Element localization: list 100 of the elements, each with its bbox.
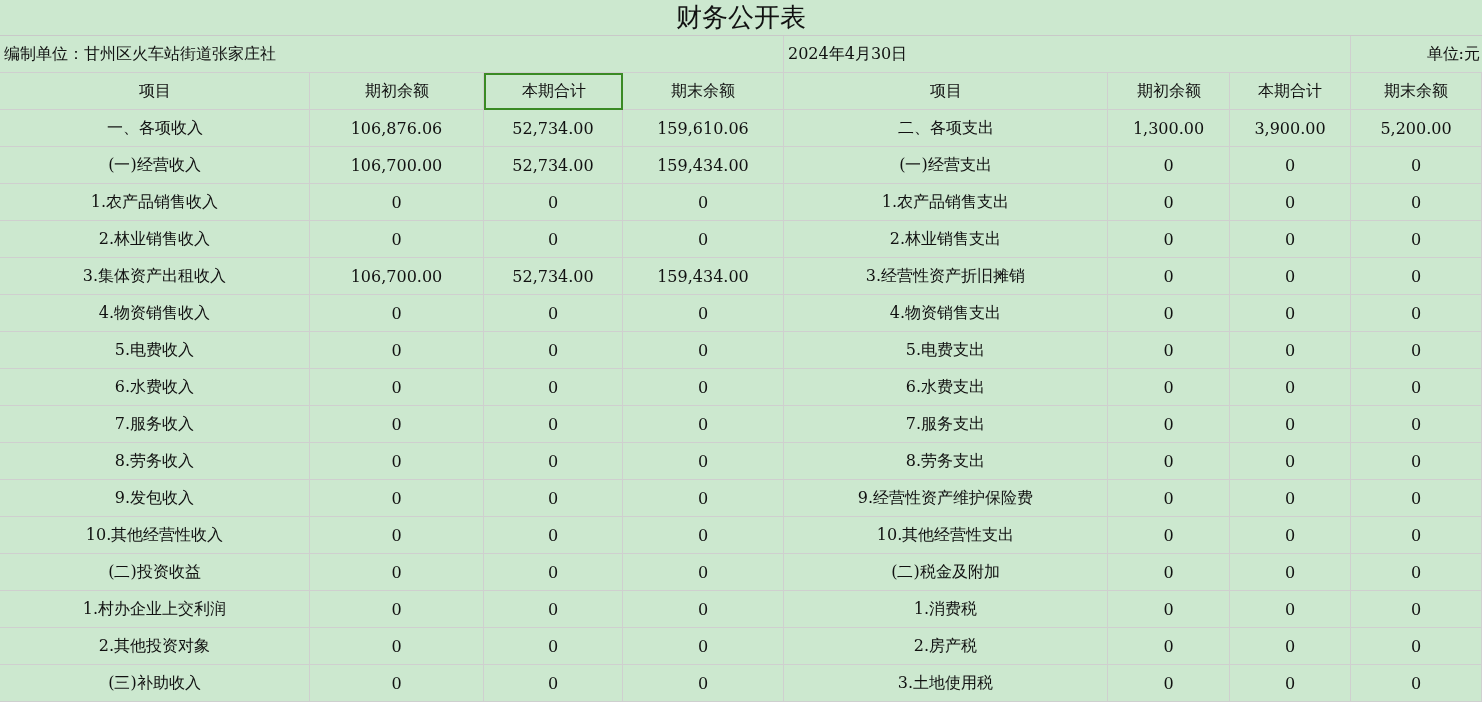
table-cell: 0 (623, 665, 784, 702)
table-cell: 0 (484, 665, 623, 702)
column-header[interactable]: 本期合计 (1230, 73, 1351, 110)
table-cell: 0 (623, 443, 784, 480)
table-cell: 1.村办企业上交利润 (0, 591, 310, 628)
table-cell: 3.土地使用税 (784, 665, 1108, 702)
table-cell: 0 (1108, 591, 1230, 628)
table-cell: 0 (310, 295, 484, 332)
table-cell: 106,876.06 (310, 110, 484, 147)
table-cell: 0 (1108, 554, 1230, 591)
table-cell: 0 (1108, 147, 1230, 184)
table-cell: 0 (623, 628, 784, 665)
table-cell: 0 (1230, 369, 1351, 406)
unit-name: 编制单位：甘州区火车站街道张家庄社 (0, 36, 784, 73)
currency-unit: 单位:元 (1351, 36, 1482, 73)
table-cell: (三)补助收入 (0, 665, 310, 702)
table-cell: 0 (1230, 147, 1351, 184)
table-cell: 0 (623, 221, 784, 258)
table-cell: 52,734.00 (484, 258, 623, 295)
table-cell: 0 (1108, 628, 1230, 665)
table-cell: 9.经营性资产维护保险费 (784, 480, 1108, 517)
table-cell: 0 (1230, 591, 1351, 628)
table-cell: 0 (484, 591, 623, 628)
table-cell: 0 (310, 517, 484, 554)
table-cell: 0 (1230, 628, 1351, 665)
table-cell: (一)经营支出 (784, 147, 1108, 184)
table-cell: 0 (1351, 443, 1482, 480)
table-cell: 0 (1351, 258, 1482, 295)
table-cell: 4.物资销售收入 (0, 295, 310, 332)
table-cell: 一、各项收入 (0, 110, 310, 147)
table-cell: 0 (484, 332, 623, 369)
table-cell: 0 (310, 665, 484, 702)
table-cell: 0 (484, 221, 623, 258)
table-cell: 0 (623, 295, 784, 332)
table-cell: 52,734.00 (484, 147, 623, 184)
table-cell: 0 (310, 369, 484, 406)
table-cell: (二)税金及附加 (784, 554, 1108, 591)
table-cell: 0 (1230, 295, 1351, 332)
table-cell: 0 (1108, 665, 1230, 702)
table-cell: 0 (1351, 406, 1482, 443)
column-header[interactable]: 项目 (784, 73, 1108, 110)
table-cell: 5,200.00 (1351, 110, 1482, 147)
table-cell: 0 (310, 628, 484, 665)
column-header[interactable]: 期末余额 (623, 73, 784, 110)
table-cell: 0 (310, 591, 484, 628)
table-cell: 0 (1351, 554, 1482, 591)
column-header[interactable]: 期末余额 (1351, 73, 1482, 110)
table-cell: 0 (1351, 480, 1482, 517)
table-cell: 1.消费税 (784, 591, 1108, 628)
table-cell: 0 (1351, 665, 1482, 702)
table-cell: 10.其他经营性支出 (784, 517, 1108, 554)
table-cell: 0 (623, 591, 784, 628)
table-cell: 0 (1230, 517, 1351, 554)
table-cell: 2.其他投资对象 (0, 628, 310, 665)
table-cell: 0 (1230, 332, 1351, 369)
table-cell: 0 (484, 443, 623, 480)
table-cell: 8.劳务收入 (0, 443, 310, 480)
table-cell: 0 (310, 554, 484, 591)
table-cell: 二、各项支出 (784, 110, 1108, 147)
table-cell: 0 (310, 480, 484, 517)
table-cell: 0 (623, 184, 784, 221)
table-cell: 52,734.00 (484, 110, 623, 147)
table-cell: 0 (1230, 258, 1351, 295)
table-cell: 10.其他经营性收入 (0, 517, 310, 554)
table-cell: 0 (1108, 295, 1230, 332)
table-cell: 0 (1351, 591, 1482, 628)
table-cell: 0 (484, 295, 623, 332)
table-cell: 0 (310, 406, 484, 443)
table-cell: 0 (623, 369, 784, 406)
table-cell: 0 (623, 554, 784, 591)
table-cell: (一)经营收入 (0, 147, 310, 184)
table-cell: 0 (1230, 221, 1351, 258)
table-cell: 0 (1351, 184, 1482, 221)
table-cell: 106,700.00 (310, 258, 484, 295)
table-cell: 0 (484, 369, 623, 406)
table-cell: 0 (484, 628, 623, 665)
table-cell: 0 (1230, 554, 1351, 591)
column-header[interactable]: 本期合计 (484, 73, 623, 110)
sheet-title: 财务公开表 (0, 0, 1482, 36)
table-cell: 7.服务收入 (0, 406, 310, 443)
table-cell: 0 (484, 554, 623, 591)
table-cell: 0 (310, 221, 484, 258)
table-cell: 0 (1230, 480, 1351, 517)
table-cell: 0 (1108, 480, 1230, 517)
table-cell: 0 (623, 517, 784, 554)
table-cell: 5.电费收入 (0, 332, 310, 369)
table-cell: 106,700.00 (310, 147, 484, 184)
column-header[interactable]: 期初余额 (310, 73, 484, 110)
table-cell: 0 (623, 406, 784, 443)
table-cell: 0 (310, 443, 484, 480)
column-header[interactable]: 项目 (0, 73, 310, 110)
table-cell: 0 (310, 332, 484, 369)
table-cell: 2.林业销售收入 (0, 221, 310, 258)
table-cell: 0 (1351, 147, 1482, 184)
table-cell: 0 (484, 184, 623, 221)
table-cell: 0 (1351, 332, 1482, 369)
table-cell: 0 (1230, 665, 1351, 702)
table-cell: 0 (484, 480, 623, 517)
table-cell: 0 (1108, 443, 1230, 480)
column-header[interactable]: 期初余额 (1108, 73, 1230, 110)
